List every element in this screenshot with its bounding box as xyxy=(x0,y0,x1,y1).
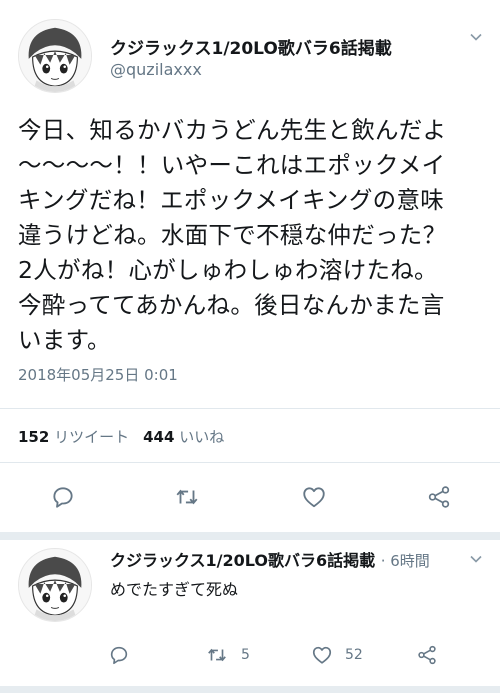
tweet-timestamp[interactable]: 2018年05月25日 0:01 xyxy=(18,364,178,385)
avatar[interactable] xyxy=(18,548,92,622)
like-button[interactable] xyxy=(297,480,331,514)
reply-button[interactable] xyxy=(102,638,136,672)
retweet-button[interactable] xyxy=(200,638,234,672)
like-count: 52 xyxy=(345,647,363,663)
reply-button[interactable] xyxy=(46,480,80,514)
chevron-down-icon[interactable] xyxy=(465,26,487,48)
tweet-text-line: 違うけどね。水面下で不穏な仲だった？ xyxy=(18,221,447,249)
avatar-image xyxy=(19,549,91,621)
share-button[interactable] xyxy=(410,638,444,672)
divider xyxy=(0,408,500,409)
avatar-image xyxy=(19,20,91,92)
tweet-text-line: キングだね！エポックメイキングの意味 xyxy=(18,186,445,214)
share-icon xyxy=(428,486,450,508)
divider xyxy=(0,462,500,463)
reply-time[interactable]: · 6時間 xyxy=(381,552,430,570)
reply-icon xyxy=(110,646,128,665)
engagement-stats: 152 リツイート 444 いいね xyxy=(18,426,224,447)
retweet-stat[interactable]: 152 リツイート xyxy=(18,426,129,447)
avatar[interactable] xyxy=(18,19,92,93)
reply-author-line: クジラックス1/20LO歌バラ6話掲載 · 6時間 xyxy=(110,547,430,571)
like-button[interactable] xyxy=(305,638,339,672)
author-handle[interactable]: @quzilaxxx xyxy=(110,60,202,79)
share-icon xyxy=(418,645,436,665)
tweet-text-line: 〜〜〜〜！！いやーこれはエポックメイ xyxy=(18,151,446,179)
like-stat[interactable]: 444 いいね xyxy=(143,426,224,447)
heart-icon xyxy=(303,487,325,508)
heart-icon xyxy=(312,646,332,664)
tweet-text: 今日、知るかバカうどん先生と飲んだよ 〜〜〜〜！！いやーこれはエポックメイ キン… xyxy=(18,113,488,358)
tweet-text-line: います。 xyxy=(18,326,111,354)
like-label: いいね xyxy=(179,428,225,446)
retweet-count: 152 xyxy=(18,428,50,446)
main-tweet: クジラックス1/20LO歌バラ6話掲載 @quzilaxxx 今日、知るかバカう… xyxy=(0,0,500,532)
share-button[interactable] xyxy=(422,480,456,514)
reply-icon xyxy=(53,487,73,508)
retweet-label: リツイート xyxy=(54,428,130,446)
author-name[interactable]: クジラックス1/20LO歌バラ6話掲載 xyxy=(110,34,392,59)
like-count: 444 xyxy=(143,428,175,446)
retweet-icon xyxy=(176,489,198,505)
reply-text: めでたすぎて死ぬ xyxy=(110,580,239,599)
retweet-icon xyxy=(208,648,226,662)
chevron-down-icon[interactable] xyxy=(465,548,487,570)
retweet-button[interactable] xyxy=(170,480,204,514)
tweet-separator xyxy=(0,532,500,540)
bottom-separator xyxy=(0,686,500,693)
tweet-text-line: 2人がね！心がしゅわしゅわ溶けたね。 xyxy=(18,256,438,284)
tweet-text-line: 今酔っててあかんね。後日なんかまた言 xyxy=(18,291,445,319)
author-name[interactable]: クジラックス1/20LO歌バラ6話掲載 xyxy=(110,551,375,570)
retweet-count: 5 xyxy=(241,647,250,663)
tweet-text-line: 今日、知るかバカうどん先生と飲んだよ xyxy=(18,116,447,144)
